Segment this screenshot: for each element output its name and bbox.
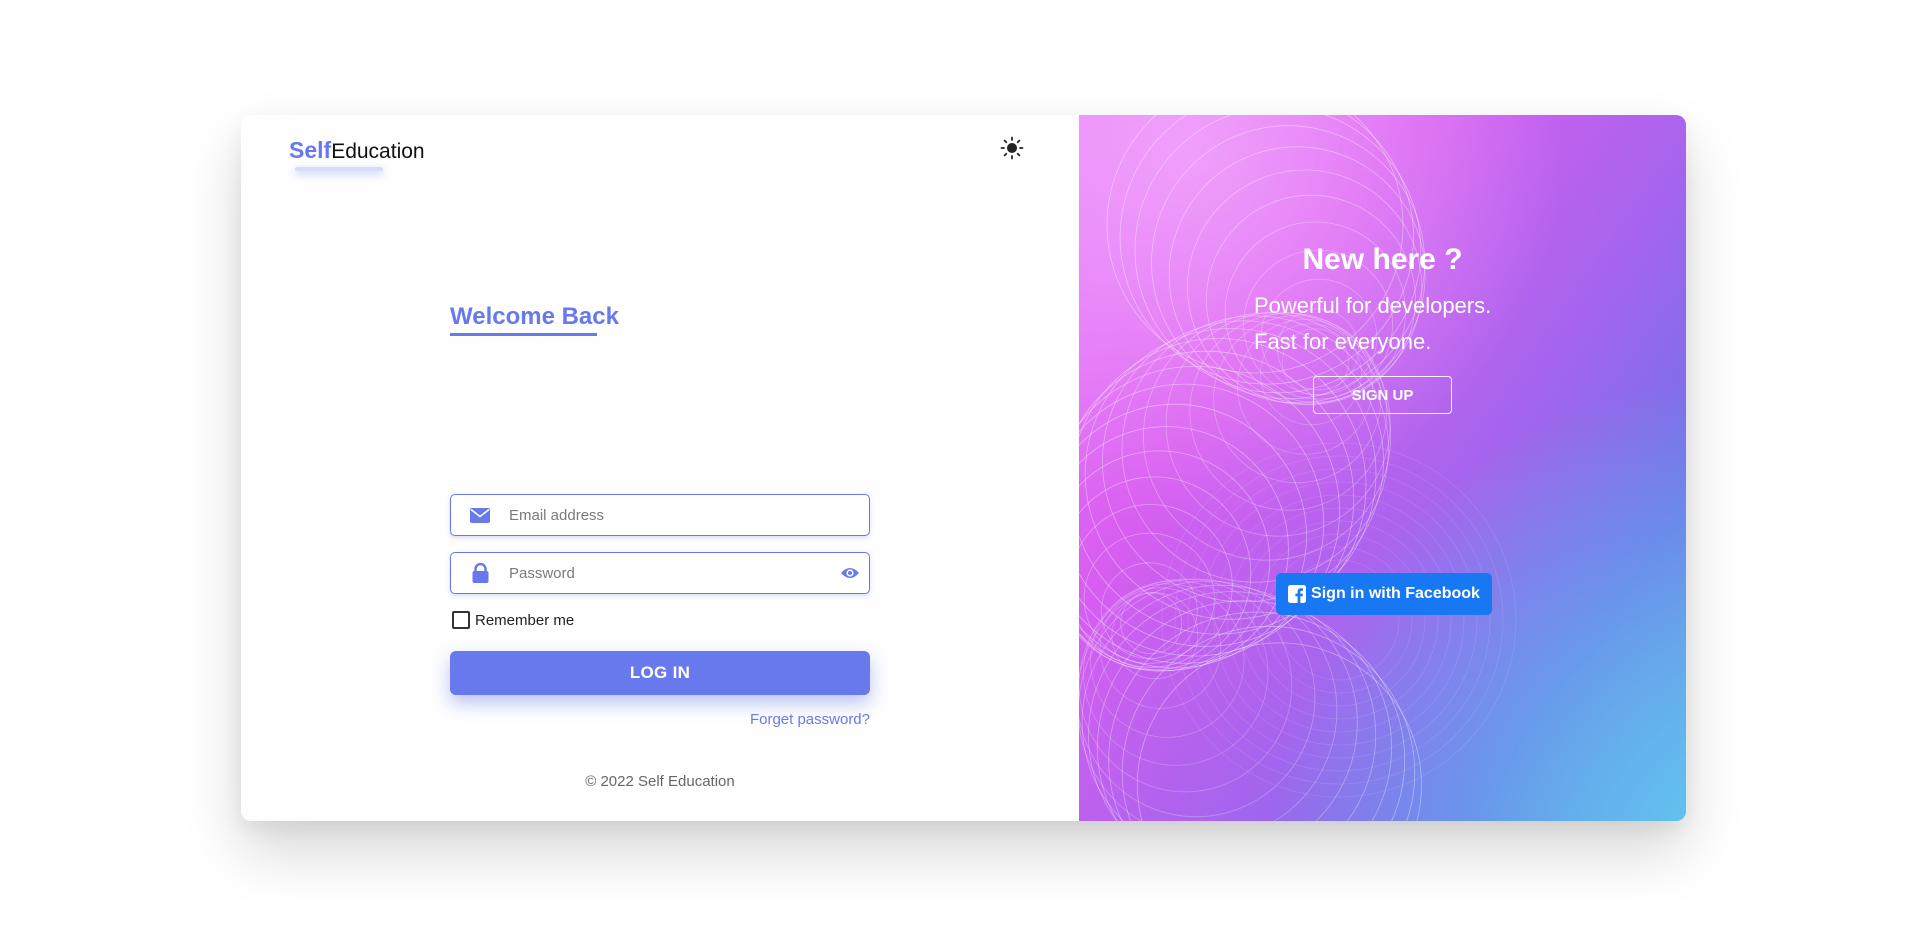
password-field[interactable] [450,552,870,594]
login-panel: SelfEducation Welcome Back Email address… [241,115,1079,821]
signup-panel: New here ? Powerful for developers. Fast… [1079,115,1686,821]
email-input[interactable] [509,506,869,524]
sun-icon [1000,136,1024,160]
remember-me-checkbox[interactable] [452,611,470,629]
lock-icon [451,563,509,583]
remember-me-label: Remember me [475,611,575,629]
theme-toggle-button[interactable] [999,135,1025,161]
login-card: SelfEducation Welcome Back Email address… [241,115,1686,821]
wave-line [1187,468,1491,772]
wave-line [1079,580,1338,821]
facebook-signin-button[interactable]: Sign in with Facebook [1276,573,1492,615]
forgot-password-link[interactable]: Forget password? [750,711,870,728]
wave-line [1097,600,1392,821]
login-button[interactable]: LOG IN [450,651,870,695]
decorative-wave-lines [1079,115,1517,821]
wave-line [1265,546,1413,694]
copyright-text: © 2022 Self Education [585,773,735,790]
signup-heading: New here ? [1302,243,1463,276]
envelope-icon [451,507,509,523]
email-field[interactable] [450,494,870,536]
tagline-line-2: Fast for everyone. [1254,329,1432,354]
remember-me[interactable]: Remember me [452,611,574,629]
welcome-heading: Welcome Back [450,303,619,330]
brand-logo-self: Self [289,137,332,163]
facebook-icon [1288,585,1307,603]
password-input[interactable] [509,564,831,582]
facebook-signin-label: Sign in with Facebook [1311,585,1480,602]
wave-line [1226,507,1452,733]
wave-line [1121,315,1389,583]
welcome-heading-underline [450,333,597,336]
brand-logo-underline [295,167,383,171]
brand-logo-education: Education [331,140,425,163]
eye-icon[interactable] [831,566,869,580]
signup-button[interactable]: SIGN UP [1313,376,1452,414]
tagline-line-1: Powerful for developers. [1254,293,1492,318]
brand-logo[interactable]: SelfEducation [289,137,425,164]
wave-line [1120,592,1183,655]
login-form: Welcome Back Email address Remember me L… [450,303,870,728]
